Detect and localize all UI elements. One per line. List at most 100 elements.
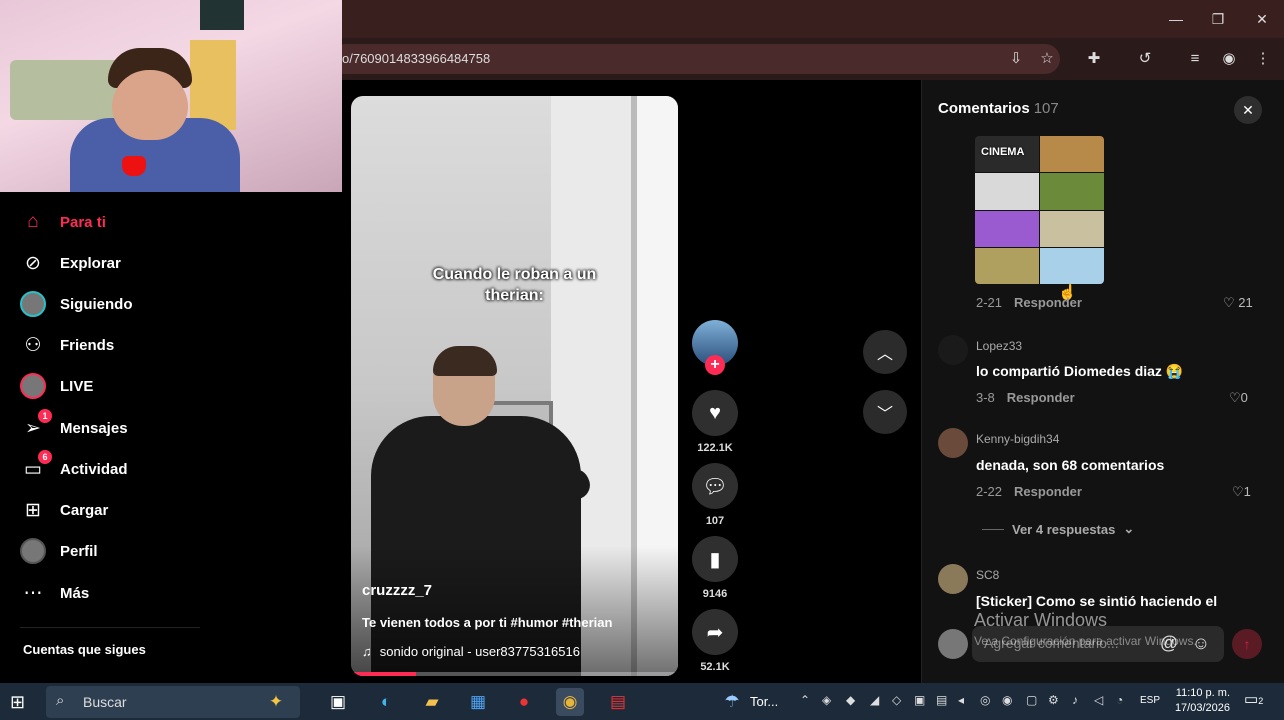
tray-app-icon[interactable]: ◇ — [892, 693, 901, 707]
comment-username[interactable]: SC8 — [976, 568, 999, 582]
notification-center-icon[interactable]: ▭2 — [1244, 690, 1263, 708]
tray-app-icon[interactable]: ◂ — [958, 693, 964, 707]
volume-icon[interactable]: ◁ — [1094, 693, 1103, 707]
tray-app-icon[interactable]: ⚙ — [1048, 693, 1059, 707]
nav-item-cargar[interactable]: ⊞ Cargar — [20, 497, 108, 523]
comment-date: 2-22 — [976, 484, 1003, 499]
tray-app-icon[interactable]: ▤ — [936, 693, 947, 707]
comment-meta: 2-21 Responder — [976, 295, 1082, 310]
edge-icon[interactable]: ◐ — [372, 688, 400, 716]
tray-chevron-icon[interactable]: ⌃ — [800, 693, 810, 707]
weather-icon[interactable]: ☂ — [718, 688, 746, 716]
sparkle-icon[interactable]: ✦ — [262, 688, 290, 716]
comment-like[interactable]: ♡1 — [1232, 484, 1251, 500]
webcam-cup — [122, 156, 146, 176]
heart-icon: ♥ — [709, 401, 721, 424]
more-icon: ⋯ — [23, 582, 43, 604]
video-sound[interactable]: ♫ sonido original - user83775316516 — [362, 644, 580, 659]
comment-image-collage[interactable] — [975, 136, 1104, 284]
nav-item-perfil[interactable]: Perfil — [20, 538, 98, 564]
send-icon: ➢ 1 — [20, 409, 52, 441]
profile-icon[interactable]: ◉ — [1219, 49, 1239, 69]
video-author[interactable]: cruzzzz_7 — [362, 582, 432, 599]
task-view-icon[interactable]: ▣ — [324, 688, 352, 716]
nav-item-explorar[interactable]: ⊘ Explorar — [20, 250, 121, 276]
tray-app-icon[interactable]: ▢ — [1026, 693, 1037, 707]
history-icon[interactable]: ↺ — [1135, 49, 1155, 69]
windows-start-icon[interactable]: ⊞ — [10, 692, 25, 713]
restore-button[interactable]: ❐ — [1198, 8, 1238, 30]
comment-count: 107 — [705, 515, 725, 527]
obs-icon[interactable]: ● — [510, 688, 538, 716]
microphone-icon[interactable]: ♪ — [1072, 693, 1078, 707]
url-text[interactable]: o/7609014833966484758 — [342, 51, 490, 66]
save-count: 9146 — [702, 588, 728, 600]
install-app-icon[interactable]: ⇩ — [1006, 49, 1026, 69]
messages-badge: 1 — [38, 409, 52, 423]
video-person-hair — [433, 346, 497, 376]
like-button[interactable]: ♥ — [692, 390, 738, 436]
close-comments-button[interactable]: ✕ — [1234, 96, 1262, 124]
nav-item-live[interactable]: LIVE — [20, 373, 93, 399]
collage-cinema-label: CINEMA — [981, 146, 1025, 158]
media-control-icon[interactable]: ≡ — [1185, 49, 1205, 69]
nav-item-siguiendo[interactable]: Siguiendo — [20, 291, 133, 317]
collage-cell — [1040, 210, 1104, 247]
chevron-down-icon: ⌄ — [1123, 521, 1135, 536]
webcam-clothes — [200, 0, 244, 30]
bookmark-star-icon[interactable]: ☆ — [1037, 49, 1057, 69]
discord-icon[interactable]: ◈ — [822, 693, 831, 707]
video-progress-bar[interactable] — [351, 672, 678, 676]
comment-text: lo compartió Diomedes diaz 😭 — [976, 363, 1184, 379]
comment-button[interactable]: 💬︎ — [692, 463, 738, 509]
language-indicator[interactable]: ESP — [1140, 695, 1160, 706]
comment-avatar[interactable] — [938, 335, 968, 365]
save-button[interactable]: ▮ — [692, 536, 738, 582]
tray-app-icon[interactable]: ◉ — [1002, 693, 1012, 707]
comment-like[interactable]: ♡ 21 — [1223, 295, 1253, 311]
chrome-icon[interactable]: ◉ — [556, 688, 584, 716]
tray-app-icon[interactable]: ▣ — [914, 693, 925, 707]
share-button[interactable]: ➦ — [692, 609, 738, 655]
recorder-icon[interactable]: ▤ — [604, 688, 632, 716]
screen: — ❐ ✕ o/7609014833966484758 ⇩ ☆ ✚ ↺ ≡ ◉ … — [0, 0, 1284, 720]
weather-text[interactable]: Tor... — [750, 694, 778, 709]
like-count: 122.1K — [697, 442, 733, 454]
nav-label: Más — [60, 584, 90, 602]
nav-item-para-ti[interactable]: ⌂ Para ti — [20, 209, 106, 235]
comment-username[interactable]: Lopez33 — [976, 339, 1022, 353]
store-icon[interactable]: ▦ — [464, 688, 492, 716]
comment-avatar[interactable] — [938, 564, 968, 594]
video-description[interactable]: Te vienen todos a por ti #humor #therian — [362, 615, 612, 630]
comment-avatar[interactable] — [938, 428, 968, 458]
collage-cell — [1040, 173, 1104, 210]
file-explorer-icon[interactable]: ▰ — [418, 688, 446, 716]
extensions-icon[interactable]: ✚ — [1084, 49, 1104, 69]
reply-button[interactable]: Responder — [1014, 484, 1082, 499]
nav-item-friends[interactable]: ⚇ Friends — [20, 332, 114, 358]
nav-item-mas[interactable]: ⋯ Más — [20, 580, 90, 606]
clock[interactable]: 11:10 p. m. 17/03/2026 — [1170, 686, 1230, 716]
nvidia-icon[interactable]: ◢ — [870, 693, 879, 707]
heart-outline-icon: ♡ — [1229, 390, 1241, 405]
steam-icon[interactable]: ◎ — [980, 693, 990, 707]
nav-item-actividad[interactable]: ▭ 6 Actividad — [20, 450, 128, 482]
nav-item-mensajes[interactable]: ➢ 1 Mensajes — [20, 409, 128, 441]
send-comment-button[interactable]: ↑ — [1232, 629, 1262, 659]
comment-username[interactable]: Kenny-bigdih34 — [976, 432, 1059, 446]
reply-button[interactable]: Responder — [1014, 295, 1082, 310]
comment-like[interactable]: ♡0 — [1229, 390, 1248, 406]
browser-menu-icon[interactable]: ⋮ — [1253, 49, 1273, 69]
follow-plus-button[interactable]: + — [705, 355, 725, 375]
reply-button[interactable]: Responder — [1007, 390, 1075, 405]
next-video-button[interactable]: ﹀ — [863, 390, 907, 434]
share-count: 52.1K — [700, 661, 730, 673]
minimize-button[interactable]: — — [1156, 8, 1196, 30]
view-replies-button[interactable]: Ver 4 respuestas ⌄ — [982, 521, 1134, 537]
following-avatar-icon — [20, 291, 46, 317]
network-icon[interactable]: ◔ — [1116, 693, 1123, 707]
close-window-button[interactable]: ✕ — [1242, 8, 1282, 30]
tray-app-icon[interactable]: ◆ — [846, 693, 855, 707]
video-player[interactable]: Cuando le roban a un therian: cruzzzz_7 … — [351, 96, 678, 676]
previous-video-button[interactable]: ︿ — [863, 330, 907, 374]
